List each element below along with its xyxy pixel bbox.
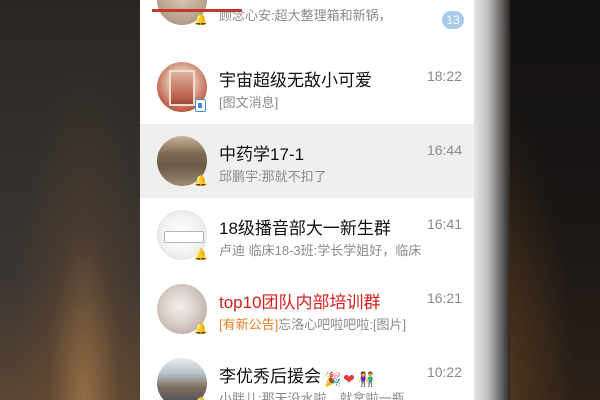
chat-row[interactable]: 🔔 李优秀后援会🎉❤👫 10:22 小胖儿:那天没水啦，就拿啦一瓶 [140,346,474,400]
chat-time: 16:41 [426,216,462,232]
name-emojis: 🎉 ❤ 👫 [323,369,374,389]
window-edge [474,0,510,400]
preview-fade [438,240,474,258]
chat-preview: 小胖儿:那天没水啦，就拿啦一瓶 [219,391,405,400]
announcement-tag: [有新公告] [219,317,279,332]
chat-name-text: 李优秀后援会 [219,367,321,386]
chat-row[interactable]: 🔔 18级播音部大一新生群 16:41 卢迪 临床18-3班:学长学姐好，临床 [140,198,474,272]
chat-preview-text: 忘洛心吧啦吧啦:[图片] [278,317,407,332]
party-popper-icon: 🎉 [324,371,342,387]
chat-name: top10团队内部培训群 [219,293,381,312]
chat-name: 18级播音部大一新生群 [219,219,391,238]
heart-icon: ❤ [343,371,355,387]
chat-row[interactable]: 🔔 top10团队内部培训群 16:21 [有新公告]忘洛心吧啦吧啦:[图片] [140,272,474,346]
active-tab-indicator [152,9,242,12]
chat-row-selected[interactable]: 🔔 中药学17-1 16:44 邱鹏宇:那就不扣了 [140,124,474,198]
couple-icon: 👫 [358,371,374,387]
image-message-icon [195,99,206,112]
bell-icon: 🔔 [194,175,208,187]
bell-icon: 🔔 [194,14,208,26]
chat-time: 16:21 [426,290,462,306]
chat-list-panel: 🔔 顾念心安:超大整理箱和新锅， 13 宇宙超级无敌小可爱 18:22 [图文消… [140,0,474,400]
chat-name: 李优秀后援会 🎉 ❤ 👫 [219,362,374,389]
avatar-logo [164,231,204,243]
chat-preview: [有新公告]忘洛心吧啦吧啦:[图片] [219,314,451,333]
unread-badge: 13 [442,11,464,29]
bell-icon: 🔔 [194,249,208,261]
chat-preview: 邱鹏宇:那就不扣了 [219,169,327,184]
chat-row[interactable]: 宇宙超级无敌小可爱 18:22 [图文消息] [140,50,474,124]
chat-preview: [图文消息] [219,95,279,110]
chat-avatar [157,358,207,400]
avatar-photo [169,70,195,106]
chat-name: 中药学17-1 [219,145,305,164]
chat-time: 18:22 [426,68,462,84]
chat-preview: 卢迪 临床18-3班:学长学姐好，临床 [219,243,422,258]
desktop-wallpaper-left [0,0,140,400]
chat-time: 10:22 [426,364,462,380]
chat-time: 16:44 [426,142,462,158]
chat-row[interactable]: 🔔 顾念心安:超大整理箱和新锅， 13 [140,0,474,37]
bell-icon: 🔔 [194,323,208,335]
chat-name: 宇宙超级无敌小可爱 [219,71,372,90]
